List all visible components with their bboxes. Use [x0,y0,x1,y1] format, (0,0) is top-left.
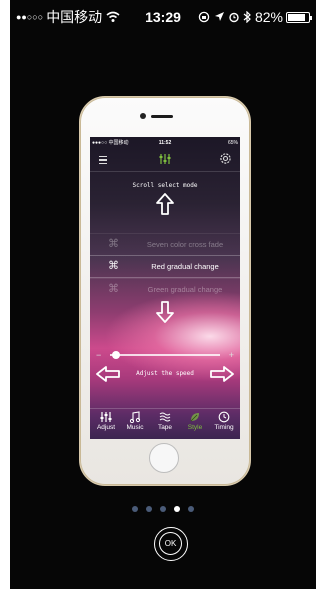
tab-tape[interactable]: Tape [150,411,180,432]
tab-timing[interactable]: Timing [209,411,239,432]
tab-style[interactable]: Style [180,411,210,432]
battery-percent: 82% [254,9,283,25]
wave-icon [159,412,171,422]
equalizer-icon[interactable] [159,153,171,165]
speed-row: Adjust the speed [90,366,240,382]
slider-track[interactable] [110,354,220,356]
music-note-icon [129,411,141,423]
mode-label: Red gradual change [151,262,219,271]
app-screen: ●●●○○ 中国移动 11:52 65% Scroll select mode [90,137,240,439]
tab-label: Timing [214,424,234,431]
front-camera [140,113,146,119]
tab-music[interactable]: Music [120,411,150,432]
menu-icon[interactable] [97,154,107,164]
mode-label: Green gradual change [147,285,223,294]
tab-label: Style [187,424,203,431]
earpiece-speaker [151,115,173,118]
command-icon: ⌘ [108,238,119,250]
minus-icon[interactable]: − [96,350,101,360]
speed-slider[interactable]: − + [96,350,234,360]
arrow-right-icon[interactable] [210,366,234,382]
mode-list[interactable]: ⌘ Seven color cross fade ⌘ Red gradual c… [90,233,240,300]
battery-icon [286,11,312,23]
page-indicator[interactable] [10,499,316,517]
home-button [149,443,179,473]
command-icon: ⌘ [108,260,119,272]
phone-time: 11:52 [158,140,172,146]
rotation-lock-icon [198,11,210,23]
clock-icon [218,411,230,423]
page-dot[interactable] [188,506,194,512]
location-icon [214,12,224,21]
mode-item-selected[interactable]: ⌘ Red gradual change [90,255,240,278]
mode-title: Scroll select mode [132,182,198,189]
arrow-down-icon[interactable] [156,301,174,323]
page-dot-active[interactable] [174,506,180,512]
page-dot[interactable] [132,506,138,512]
ok-button[interactable]: OK [154,527,188,561]
alarm-icon [229,12,239,23]
phone-status-bar: ●●●○○ 中国移动 11:52 65% [92,138,238,148]
phone-mockup: ●●●○○ 中国移动 11:52 65% Scroll select mode [79,96,251,486]
tab-label: Music [126,424,144,431]
tab-label: Adjust [96,424,116,431]
ok-label: OK [159,532,182,555]
mode-label: Seven color cross fade [146,240,224,249]
mode-item[interactable]: ⌘ Seven color cross fade [90,233,240,255]
plus-icon[interactable]: + [229,350,234,360]
app-top-bar [90,149,240,172]
sliders-icon [100,412,112,422]
bluetooth-icon [243,11,251,23]
gear-icon[interactable] [219,152,232,165]
tab-bar: Adjust Music Tape Style Timing [90,408,240,439]
screen: ●●○○○ 中国移动 13:29 82% ●●●○○ 中国移动 11:52 65… [10,0,316,589]
tab-adjust[interactable]: Adjust [91,411,121,432]
tab-label: Tape [157,424,173,431]
arrow-up-icon[interactable] [156,193,174,215]
phone-battery: 65% [227,140,238,146]
page-dot[interactable] [160,506,166,512]
slider-knob[interactable] [112,351,120,359]
page-dot[interactable] [146,506,152,512]
status-bar-right: 82% [198,9,312,25]
mode-item[interactable]: ⌘ Green gradual change [90,278,240,300]
leaf-icon [190,413,199,422]
command-icon: ⌘ [108,283,119,295]
